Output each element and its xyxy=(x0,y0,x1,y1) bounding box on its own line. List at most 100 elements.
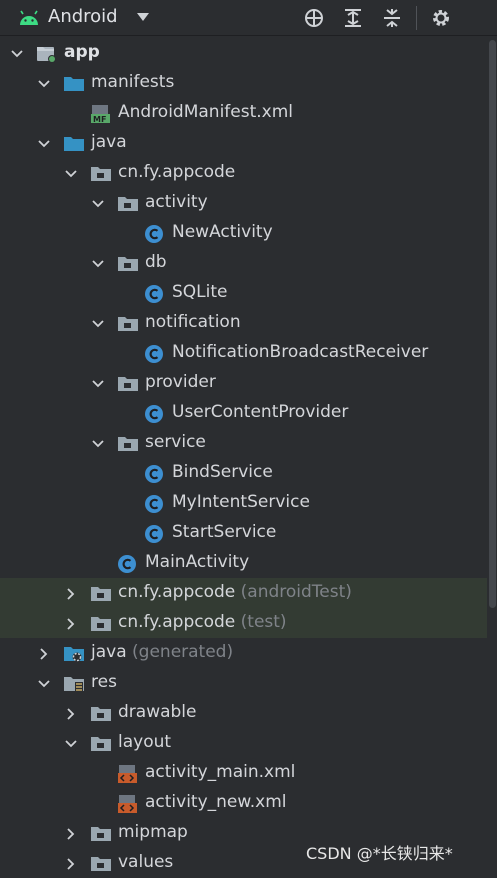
chevron-right-icon[interactable] xyxy=(64,706,78,720)
tree-node[interactable]: activity_main.xml xyxy=(0,758,487,788)
tree-node[interactable]: NotificationBroadcastReceiver xyxy=(0,338,487,368)
tree-node-label: NotificationBroadcastReceiver xyxy=(172,342,428,362)
tree-node[interactable]: cn.fy.appcode (test) xyxy=(0,608,487,638)
chevron-right-icon[interactable] xyxy=(37,646,51,660)
tree-node-label: MainActivity xyxy=(145,552,249,572)
chevron-down-icon[interactable] xyxy=(91,376,105,390)
tree-node-text: manifests xyxy=(91,72,175,92)
tree-node-label: manifests xyxy=(91,72,174,92)
tree-node-label: activity_main.xml xyxy=(145,762,295,782)
tree-node-label: service xyxy=(145,432,206,452)
tree-node-text: AndroidManifest.xml xyxy=(118,102,294,122)
tree-node-label: app xyxy=(64,42,100,62)
tree-node-label: cn.fy.appcode (test) xyxy=(118,612,287,632)
gear-icon[interactable] xyxy=(429,6,453,30)
tree-node-text: cn.fy.appcode xyxy=(118,612,236,632)
tree-node[interactable]: drawable xyxy=(0,698,487,728)
tree-node[interactable]: res xyxy=(0,668,487,698)
tree-node-label: java xyxy=(91,132,127,152)
folder-blue-icon xyxy=(63,74,84,92)
tree-node[interactable]: layout xyxy=(0,728,487,758)
project-tree: app manifests MF AndroidManifest.xml java cn.… xyxy=(0,37,497,872)
project-toolbar: Android xyxy=(0,0,497,36)
tree-node-text: provider xyxy=(145,372,216,392)
tree-node[interactable]: service xyxy=(0,428,487,458)
tree-node[interactable]: app xyxy=(0,38,487,68)
tree-node-label: AndroidManifest.xml xyxy=(118,102,293,122)
chevron-down-icon[interactable] xyxy=(64,736,78,750)
tree-node[interactable]: cn.fy.appcode (androidTest) xyxy=(0,578,487,608)
chevron-down-icon[interactable] xyxy=(37,76,51,90)
chevron-down-icon[interactable] xyxy=(91,316,105,330)
tree-node-label: values xyxy=(118,852,173,872)
tree-node[interactable]: java (generated) xyxy=(0,638,487,668)
tree-node-label: provider xyxy=(145,372,216,392)
tree-node[interactable]: MyIntentService xyxy=(0,488,487,518)
tree-node[interactable]: StartService xyxy=(0,518,487,548)
tree-node[interactable]: db xyxy=(0,248,487,278)
class-icon xyxy=(144,224,164,243)
tree-node-text: notification xyxy=(145,312,241,332)
chevron-right-icon[interactable] xyxy=(64,826,78,840)
tree-node-text: SQLite xyxy=(172,282,228,302)
locate-icon[interactable] xyxy=(302,6,326,30)
chevron-down-icon[interactable] xyxy=(91,436,105,450)
tree-node-label: layout xyxy=(118,732,171,752)
tree-node-label: drawable xyxy=(118,702,197,722)
chevron-right-icon[interactable] xyxy=(64,616,78,630)
module-icon xyxy=(36,44,56,63)
chevron-right-icon[interactable] xyxy=(64,856,78,870)
svg-text:MF: MF xyxy=(93,115,106,124)
tree-node-text: values xyxy=(118,852,174,872)
tree-node[interactable]: MainActivity xyxy=(0,548,487,578)
tree-node-label: cn.fy.appcode (androidTest) xyxy=(118,582,352,602)
tree-node[interactable]: activity xyxy=(0,188,487,218)
tree-node[interactable]: UserContentProvider xyxy=(0,398,487,428)
tree-node-label: MyIntentService xyxy=(172,492,310,512)
tree-node-text: res xyxy=(91,672,117,692)
folder-blue-icon xyxy=(63,134,84,152)
tree-node-label: res xyxy=(91,672,117,692)
tree-node[interactable]: java xyxy=(0,128,487,158)
tree-node-text: activity_main.xml xyxy=(145,762,296,782)
tree-node[interactable]: notification xyxy=(0,308,487,338)
tree-node-text: cn.fy.appcode xyxy=(118,162,236,182)
tree-node-label: notification xyxy=(145,312,241,332)
tree-node-label: SQLite xyxy=(172,282,228,302)
chevron-down-icon[interactable] xyxy=(91,196,105,210)
tree-node[interactable]: NewActivity xyxy=(0,218,487,248)
tree-node-text: StartService xyxy=(172,522,277,542)
chevron-down-icon[interactable] xyxy=(10,46,24,60)
chevron-down-icon[interactable] xyxy=(64,166,78,180)
dropdown-caret-icon[interactable] xyxy=(137,13,149,21)
tree-node[interactable]: manifests xyxy=(0,68,487,98)
layout-xml-icon xyxy=(117,764,137,783)
tree-node-text: service xyxy=(145,432,206,452)
tree-node-qualifier: (test) xyxy=(240,612,287,632)
package-icon xyxy=(90,824,111,842)
android-icon xyxy=(18,8,40,28)
tree-node-text: BindService xyxy=(172,462,273,482)
view-selector-label[interactable]: Android xyxy=(48,6,118,27)
chevron-down-icon[interactable] xyxy=(91,256,105,270)
manifest-icon: MF xyxy=(90,104,110,124)
tree-node[interactable]: cn.fy.appcode xyxy=(0,158,487,188)
class-icon xyxy=(144,464,164,483)
scrollbar-thumb[interactable] xyxy=(489,40,496,608)
tree-node-text: MainActivity xyxy=(145,552,250,572)
tree-node[interactable]: BindService xyxy=(0,458,487,488)
tree-node[interactable]: activity_new.xml xyxy=(0,788,487,818)
tree-node-label: NewActivity xyxy=(172,222,273,242)
chevron-right-icon[interactable] xyxy=(64,586,78,600)
class-icon xyxy=(144,494,164,513)
chevron-down-icon[interactable] xyxy=(37,136,51,150)
layout-xml-icon xyxy=(117,794,137,813)
tree-node-label: activity_new.xml xyxy=(145,792,287,812)
tree-node[interactable]: provider xyxy=(0,368,487,398)
chevron-down-icon[interactable] xyxy=(37,676,51,690)
collapse-all-icon[interactable] xyxy=(380,6,404,30)
expand-all-icon[interactable] xyxy=(341,6,365,30)
package-icon xyxy=(117,434,138,452)
tree-node[interactable]: SQLite xyxy=(0,278,487,308)
tree-node[interactable]: MF AndroidManifest.xml xyxy=(0,98,487,128)
